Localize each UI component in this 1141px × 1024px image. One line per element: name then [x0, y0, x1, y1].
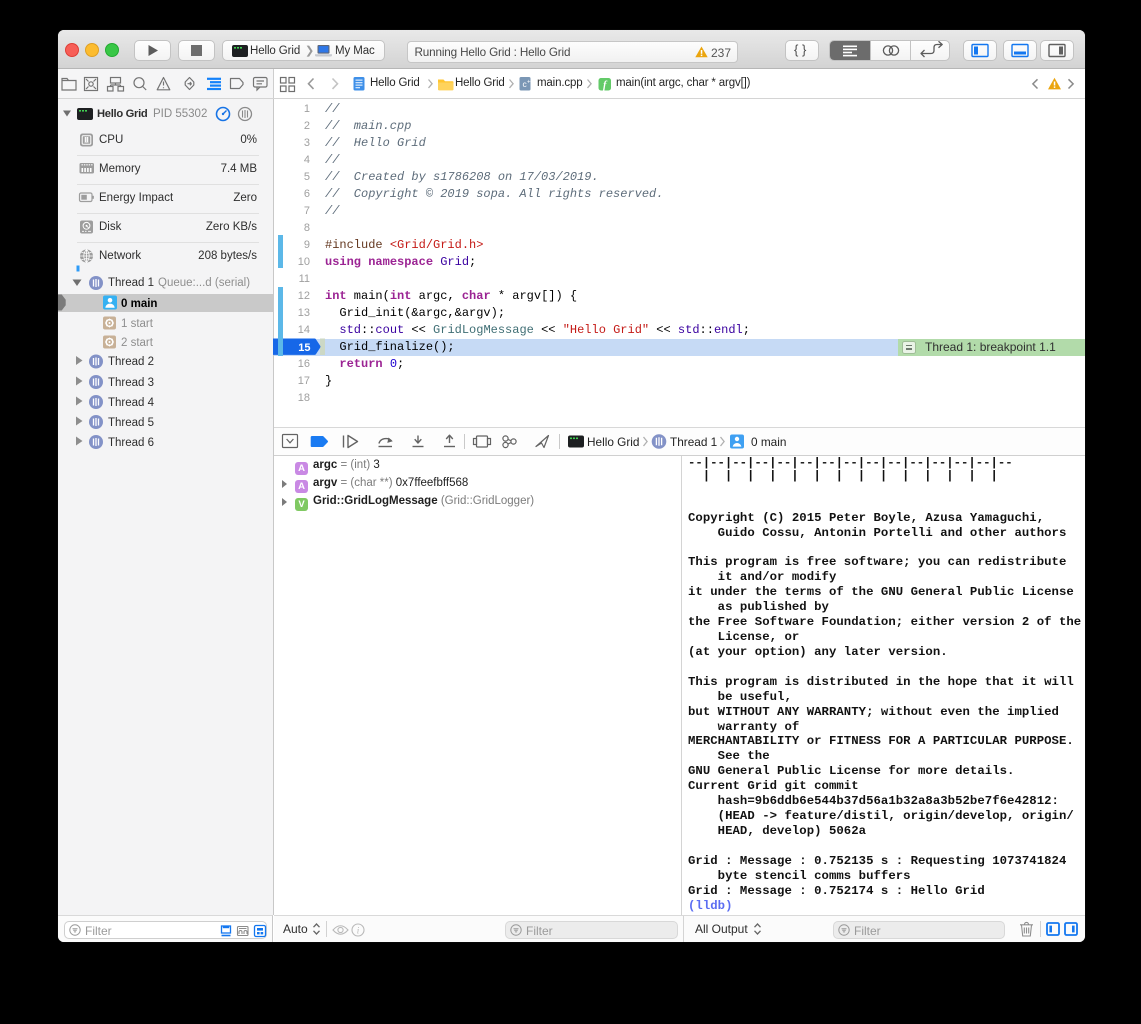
svg-text:+: + — [527, 80, 531, 86]
svg-text:15: 15 — [298, 341, 310, 353]
svg-text:i: i — [357, 925, 360, 935]
